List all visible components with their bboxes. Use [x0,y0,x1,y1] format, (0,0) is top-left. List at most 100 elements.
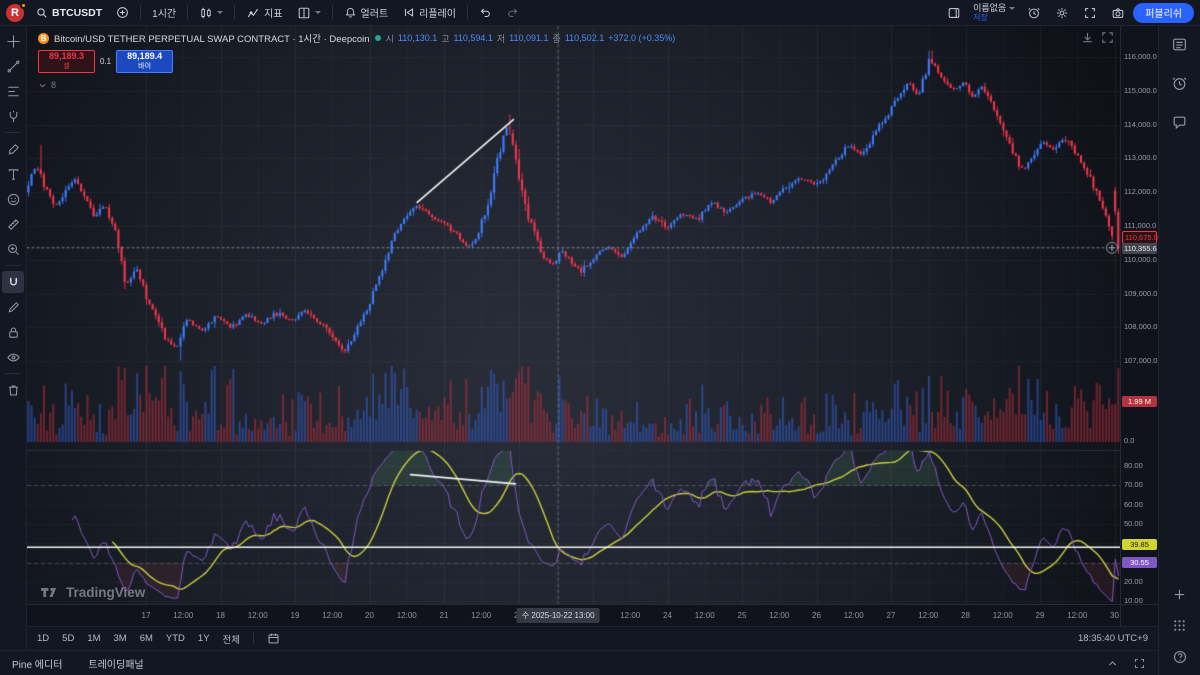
apps-grid-icon[interactable] [1172,618,1187,633]
alert-clock-button[interactable] [1021,3,1047,23]
crosshair-tool[interactable] [2,30,24,52]
time-tick: 30 [1110,611,1119,620]
magnet-tool[interactable] [2,271,24,293]
price-tick: 109,000.0 [1124,289,1157,299]
range-5d[interactable]: 5D [62,633,74,644]
chart-title: Bitcoin/USD TETHER PERPETUAL SWAP CONTRA… [54,31,370,45]
sell-button[interactable]: 89,189.3 셀 [38,50,95,73]
range-1m[interactable]: 1M [87,633,100,644]
time-scale[interactable]: 수 2025-10-22 13:00 1712:001812:001912:00… [27,604,1120,626]
fullscreen-button[interactable] [1077,3,1103,23]
emoji-tool[interactable] [2,188,24,210]
replay-button[interactable]: 리플레이 [396,3,462,23]
interval-button[interactable]: 1시간 [146,3,182,23]
price-tick: 116,000.0 [1124,52,1157,62]
app-logo[interactable]: R [6,4,24,22]
plus-icon[interactable] [1172,587,1187,602]
symbol-search-button[interactable]: BTCUSDT [30,3,108,23]
chevron-down-icon [1009,7,1015,10]
status-bar-icons [1106,657,1146,670]
fib-retracement-tool[interactable] [2,80,24,102]
save-link[interactable]: 저장 [973,13,988,22]
toolbar-separator [5,265,21,266]
time-tick: 19 [291,611,300,620]
time-tick: 27 [887,611,896,620]
chart-canvas[interactable] [27,26,1120,604]
undo-button[interactable] [473,3,498,23]
symbol-label: BTCUSDT [52,7,102,19]
toolbar-separator [140,5,141,20]
chart-type-button[interactable] [193,3,229,23]
alert-button[interactable]: 얼러트 [338,3,395,23]
measure-tool[interactable] [2,213,24,235]
clock-utc-button[interactable]: 18:35:40 UTC+9 [1078,633,1148,644]
snapshot-button[interactable] [1105,3,1131,23]
chat-icon[interactable] [1171,114,1188,131]
range-1y[interactable]: 1Y [198,633,210,644]
high-label: 고 [441,32,449,45]
buy-label: 바이 [138,62,151,71]
publish-button[interactable]: 퍼블리쉬 [1133,3,1194,23]
range-3m[interactable]: 3M [114,633,127,644]
toolbar-separator [467,5,468,20]
oscillator-yellow-badge: 39.85 [1122,539,1157,550]
time-tick: 18 [216,611,225,620]
compare-add-button[interactable] [110,3,135,23]
tab-pine-editor[interactable]: Pine 에디터 [12,656,62,671]
oscillator-tick: 60.00 [1124,500,1143,510]
brush-tool[interactable] [2,138,24,160]
last-price-badge: 110,355.6 [1122,243,1157,254]
range-ytd[interactable]: YTD [166,633,185,644]
hide-all-tool[interactable] [2,346,24,368]
indicators-button[interactable]: 지표 [240,3,288,23]
text-tool[interactable] [2,163,24,185]
legend-title-row[interactable]: B Bitcoin/USD TETHER PERPETUAL SWAP CONT… [38,31,675,45]
chevron-up-icon[interactable] [1106,657,1119,670]
watchlist-icon[interactable] [1171,36,1188,53]
edit-tool[interactable] [2,296,24,318]
plus-circle-icon [116,6,129,19]
alarm-clock-icon [1027,6,1041,20]
zoom-tool[interactable] [2,238,24,260]
trade-panel: 89,189.3 셀 0.1 89,189.4 바이 [38,50,675,73]
tab-trading-panel[interactable]: 트레이딩패널 [88,656,143,671]
maximize-icon[interactable] [1133,657,1146,670]
market-open-dot [375,35,381,41]
pane-maximize-icon[interactable] [1100,30,1115,45]
settings-button[interactable] [1049,3,1075,23]
close-label: 종 [553,32,561,45]
chevron-down-icon [315,11,321,14]
calendar-icon[interactable] [267,632,280,645]
replay-icon [402,6,415,19]
redo-button[interactable] [500,3,525,23]
tradingview-logo-icon [40,586,60,599]
trend-line-tool[interactable] [2,55,24,77]
change-value: +372.0 (+0.35%) [608,33,675,43]
lock-all-tool[interactable] [2,321,24,343]
layout-save-block[interactable]: 이름없음 저장 [973,4,1015,22]
remove-all-tool[interactable] [2,379,24,401]
time-tick: 26 [812,611,821,620]
price-tick: 113,000.0 [1124,153,1157,163]
help-icon[interactable] [1172,649,1188,665]
indicators-collapsed-toggle[interactable]: 8 [38,80,675,90]
oscillator-tick: 80.00 [1124,461,1143,471]
alerts-icon[interactable] [1171,75,1188,92]
range-1d[interactable]: 1D [37,633,49,644]
time-tick: 25 [738,611,747,620]
toolbar-separator [187,5,188,20]
buy-price: 89,189.4 [127,52,162,61]
toolbar-separator [5,132,21,133]
price-tick: 112,000.0 [1124,187,1157,197]
layout-button[interactable] [291,3,327,23]
buy-button[interactable]: 89,189.4 바이 [116,50,173,73]
pitchfork-tool[interactable] [2,105,24,127]
oscillator-purple-badge: 30.55 [1122,557,1157,568]
range-all[interactable]: 전체 [223,632,240,646]
layout-grid-icon [297,6,311,20]
range-6m[interactable]: 6M [140,633,153,644]
price-scale[interactable]: 116,000.0115,000.0114,000.0113,000.0112,… [1120,26,1158,604]
time-tick: 28 [961,611,970,620]
pane-collapse-icon[interactable] [1080,30,1095,45]
panel-toggle-button[interactable] [941,3,967,23]
